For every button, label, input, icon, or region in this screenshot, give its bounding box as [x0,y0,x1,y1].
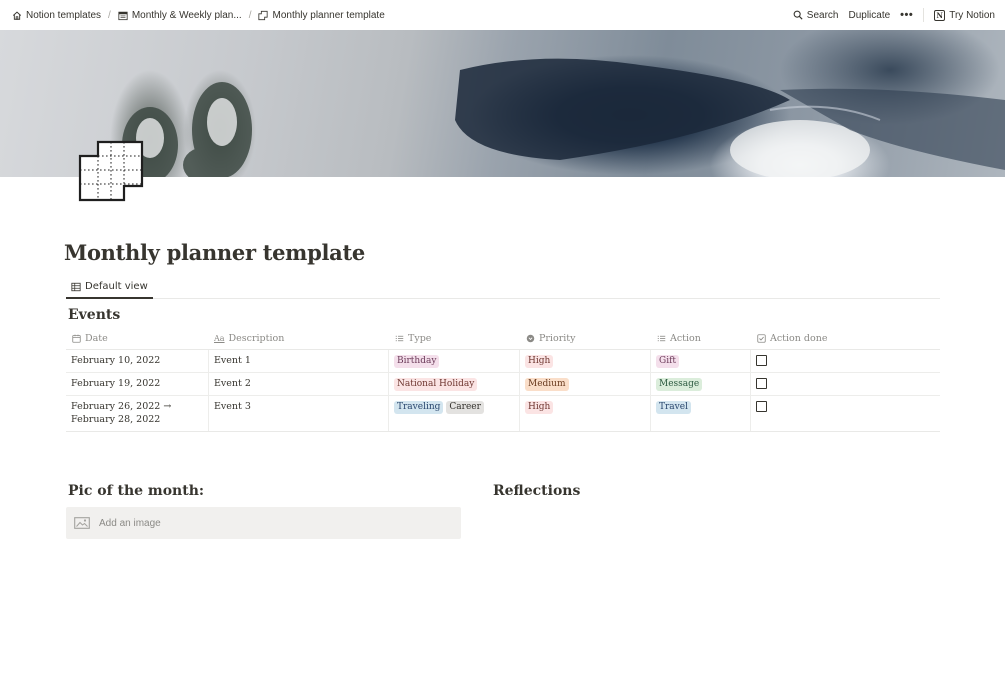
top-bar: Notion templates / Monthly & Weekly plan… [0,0,1005,30]
column-header-action[interactable]: Action [651,328,751,349]
image-icon [74,517,90,529]
add-image-button[interactable]: Add an image [66,507,461,539]
breadcrumb: Notion templates / Monthly & Weekly plan… [12,10,385,21]
priority-tag: Medium [525,378,569,391]
add-image-label: Add an image [99,517,161,529]
calendar-icon [118,10,128,20]
cell-priority[interactable]: High [520,350,651,372]
breadcrumb-separator: / [248,9,252,21]
cell-description[interactable]: Event 2 [209,373,389,395]
column-header-type[interactable]: Type [389,328,520,349]
reflections-heading: Reflections [493,483,581,499]
action-done-checkbox[interactable] [756,401,767,412]
more-options-button[interactable]: ••• [900,9,913,21]
database-title[interactable]: Events [68,307,120,323]
table-header: Date Aa Description Type Priority Action [66,328,940,350]
cell-action-done [751,373,940,395]
table-row[interactable]: February 19, 2022 Event 2 National Holid… [66,373,940,396]
cell-priority[interactable]: High [520,396,651,431]
column-label: Date [85,333,108,344]
checkbox-icon [756,334,766,344]
select-icon [525,334,535,344]
list-icon [656,334,666,344]
divider [923,8,925,22]
notion-logo-icon: N [934,9,946,21]
type-tag: Traveling [394,401,444,414]
cell-action[interactable]: Travel [651,396,751,431]
priority-tag: High [525,401,554,414]
cover-image [0,30,1005,177]
type-tag: National Holiday [394,378,478,391]
topbar-actions: Search Duplicate ••• N Try Notion [793,8,995,22]
home-icon [12,10,22,20]
type-tag: Birthday [394,355,440,368]
page-title: Monthly planner template [64,240,365,265]
cell-date[interactable]: February 19, 2022 [66,373,209,395]
action-done-checkbox[interactable] [756,378,767,389]
column-label: Action done [770,333,828,344]
cell-type[interactable]: National Holiday [389,373,520,395]
cell-description[interactable]: Event 1 [209,350,389,372]
calendar-icon [71,334,81,344]
try-notion-button[interactable]: N Try Notion [934,9,995,21]
action-tag: Travel [656,401,691,414]
view-tabs: Default view [66,276,940,299]
duplicate-button[interactable]: Duplicate [848,10,890,21]
column-label: Type [408,333,432,344]
try-notion-label: Try Notion [949,9,995,21]
tab-label: Default view [85,281,148,292]
breadcrumb-label: Monthly & Weekly plan... [131,9,242,21]
column-header-action-done[interactable]: Action done [751,328,940,349]
cell-date[interactable]: February 26, 2022 → February 28, 2022 [66,396,209,431]
cell-description[interactable]: Event 3 [209,396,389,431]
search-label: Search [806,9,839,21]
column-label: Priority [539,333,576,344]
cell-action[interactable]: Gift [651,350,751,372]
cell-action-done [751,350,940,372]
breadcrumb-item-monthly-planner[interactable]: Monthly planner template [258,9,385,21]
search-button[interactable]: Search [793,9,839,21]
column-label: Action [670,333,701,344]
search-icon [793,10,803,20]
cell-type[interactable]: Traveling Career [389,396,520,431]
planner-icon [258,10,269,20]
list-icon [394,334,404,344]
tab-default-view[interactable]: Default view [66,276,153,299]
breadcrumb-label: Notion templates [26,9,102,21]
table-row[interactable]: February 26, 2022 → February 28, 2022 Ev… [66,396,940,431]
breadcrumb-label: Monthly planner template [272,9,385,21]
cell-action-done [751,396,940,431]
page-icon [78,140,144,202]
breadcrumb-item-notion-templates[interactable]: Notion templates [12,10,101,21]
column-header-priority[interactable]: Priority [520,328,651,349]
events-table: Date Aa Description Type Priority Action [66,328,940,432]
cell-type[interactable]: Birthday [389,350,520,372]
action-tag: Gift [656,355,680,368]
cell-action[interactable]: Message [651,373,751,395]
column-header-date[interactable]: Date [66,328,209,349]
breadcrumb-item-monthly-weekly[interactable]: Monthly & Weekly plan... [118,10,242,21]
column-label: Description [228,333,285,344]
type-tag: Career [446,401,484,414]
text-icon: Aa [214,334,225,343]
action-done-checkbox[interactable] [756,355,767,366]
table-icon [71,282,81,292]
cell-date[interactable]: February 10, 2022 [66,350,209,372]
column-header-description[interactable]: Aa Description [209,328,389,349]
table-row[interactable]: February 10, 2022 Event 1 Birthday High … [66,350,940,373]
priority-tag: High [525,355,554,368]
pic-of-the-month-heading: Pic of the month: [68,483,205,499]
cell-priority[interactable]: Medium [520,373,651,395]
action-tag: Message [656,378,703,391]
breadcrumb-separator: / [108,9,111,21]
